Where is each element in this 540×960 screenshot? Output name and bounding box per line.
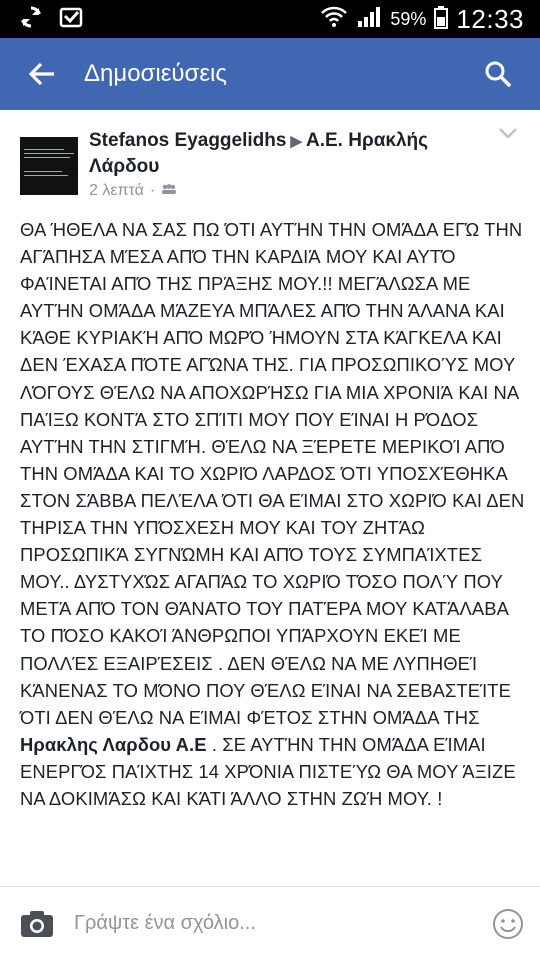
post-time[interactable]: 2 λεπτά <box>89 182 144 200</box>
separator-dot: · <box>149 182 156 199</box>
signal-icon <box>356 5 382 34</box>
search-icon <box>485 61 512 88</box>
target-group-name-line2[interactable]: Λάρδου <box>89 156 159 177</box>
post-card: Stefanos Eyaggelidhs ▶ Α.Ε. Ηρακλής Λάρδου… <box>0 110 540 886</box>
post-header: Stefanos Eyaggelidhs ▶ Α.Ε. Ηρακλής Λάρδου… <box>0 110 540 206</box>
clock: 12:33 <box>456 3 524 34</box>
avatar[interactable] <box>20 137 78 195</box>
post-text-bold: Ηρακλης Λαρδου Α.Ε <box>20 733 207 755</box>
post-text: ΘΑ ΉΘΕΛΑ ΝΑ ΣΑΣ ΠΩ ΌΤΙ ΑΥΤΉΝ ΤΗΝ ΟΜΆΔΑ Ε… <box>20 216 526 812</box>
camera-button[interactable] <box>0 909 74 939</box>
back-button[interactable] <box>0 38 84 110</box>
emoji-button[interactable] <box>476 908 540 940</box>
page-title: Δημοσιεύσεις <box>84 60 227 87</box>
download-icon <box>58 4 84 35</box>
camera-icon <box>21 910 53 937</box>
post-author-line: Stefanos Eyaggelidhs ▶ Α.Ε. Ηρακλής Λάρδου <box>89 128 489 179</box>
smiley-icon <box>493 908 523 939</box>
target-group-name[interactable]: Α.Ε. Ηρακλής <box>306 130 428 151</box>
battery-icon <box>434 5 449 34</box>
sync-icon <box>18 4 44 35</box>
post-meta: 2 λεπτά · <box>89 182 177 200</box>
author-name[interactable]: Stefanos Eyaggelidhs <box>89 130 286 151</box>
search-button[interactable] <box>456 38 540 110</box>
app-bar: Δημοσιεύσεις <box>0 38 540 110</box>
status-bar: 59% 12:33 <box>0 0 540 38</box>
chevron-down-icon <box>499 128 517 139</box>
group-audience-icon <box>161 182 177 200</box>
battery-percent: 59% <box>390 8 427 29</box>
arrow-left-icon <box>28 62 54 86</box>
post-menu-button[interactable] <box>498 126 518 145</box>
triangle-right-icon: ▶ <box>290 133 302 150</box>
comment-bar: Γράψτε ένα σχόλιο... <box>0 886 540 960</box>
wifi-icon <box>320 5 348 34</box>
comment-input[interactable]: Γράψτε ένα σχόλιο... <box>74 912 476 935</box>
post-text-part1: ΘΑ ΉΘΕΛΑ ΝΑ ΣΑΣ ΠΩ ΌΤΙ ΑΥΤΉΝ ΤΗΝ ΟΜΆΔΑ Ε… <box>20 219 525 728</box>
